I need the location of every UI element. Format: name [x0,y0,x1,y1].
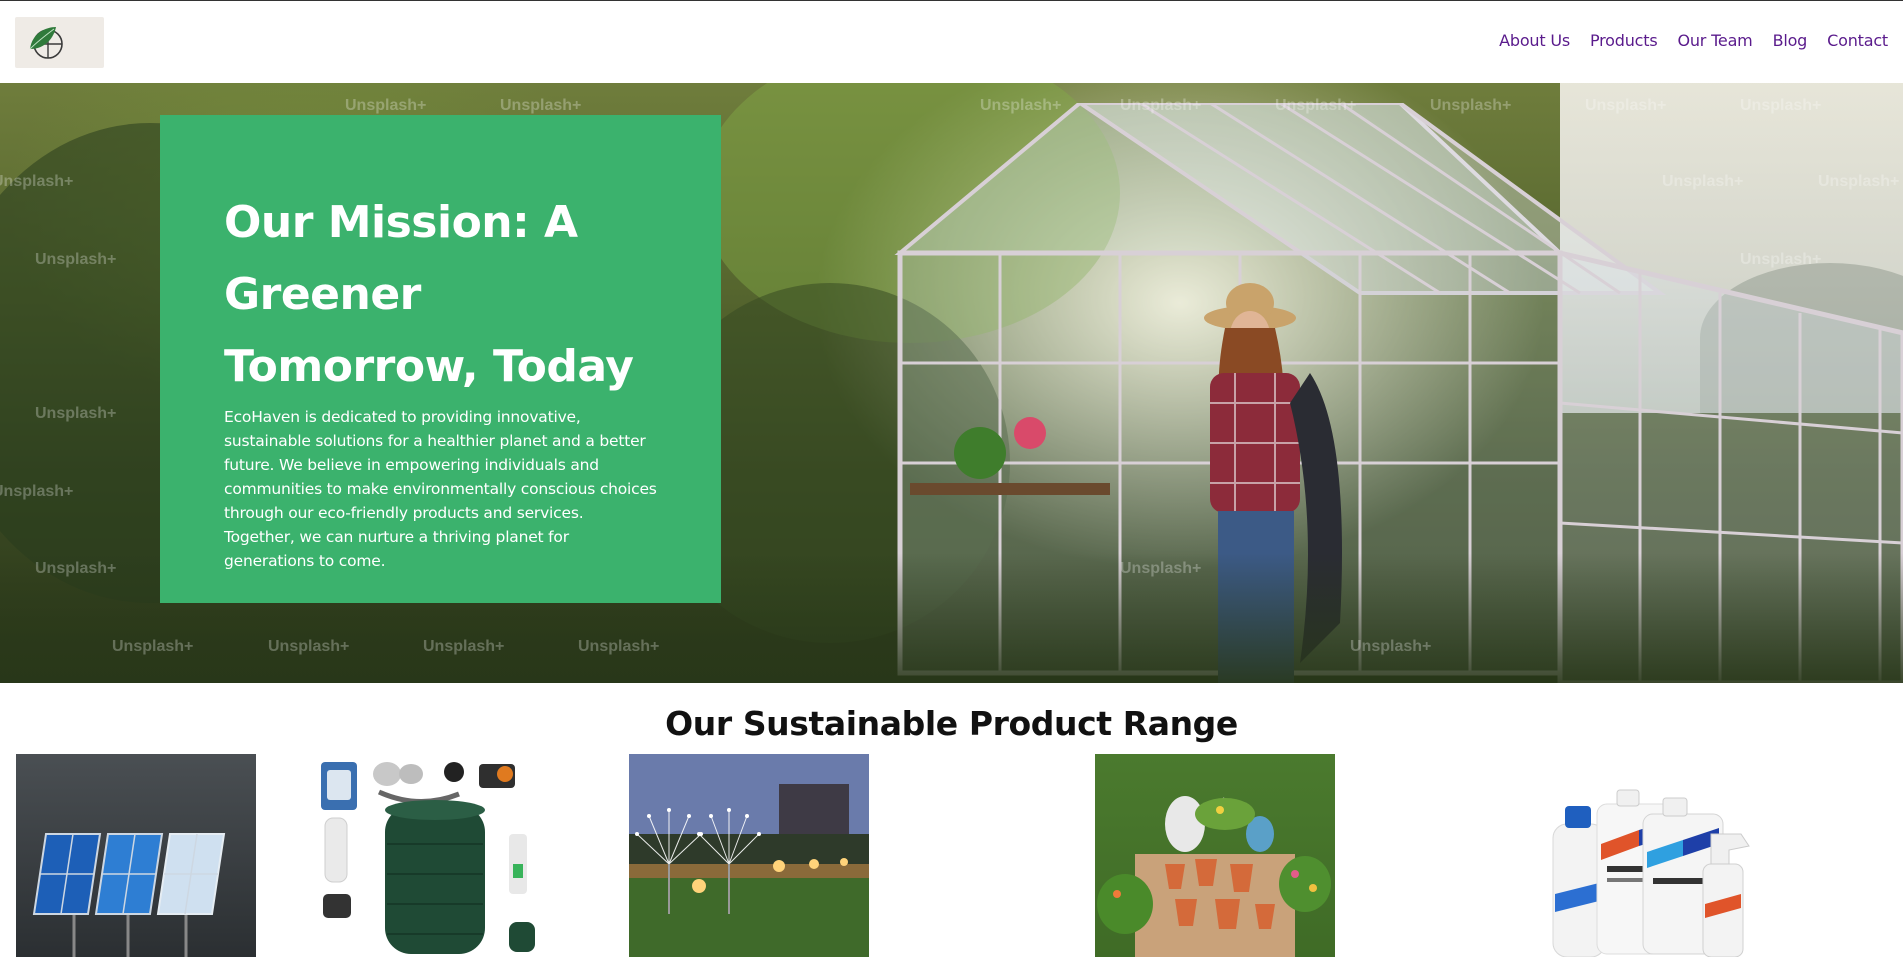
watermark: Unsplash+ [1430,97,1512,114]
nav-about-us[interactable]: About Us [1499,31,1570,50]
watermark: Unsplash+ [1350,638,1432,655]
leaf-globe-icon [29,27,63,59]
nav-our-team[interactable]: Our Team [1677,31,1752,50]
hero-section: Unsplash+ Unsplash+ Unsplash+ Unsplash+ … [0,83,1903,683]
watermark: Unsplash+ [1818,173,1900,190]
mission-text: EcoHaven is dedicated to providing innov… [224,408,657,570]
watermark: Unsplash+ [268,638,350,655]
product-card-garden-pots[interactable] [1095,754,1335,957]
logo[interactable] [15,17,104,68]
main-nav: About Us Products Our Team Blog Contact [1499,31,1888,50]
watermark: Unsplash+ [423,638,505,655]
garden-lights-image [629,754,869,957]
watermark: Unsplash+ [35,251,117,268]
nav-blog[interactable]: Blog [1773,31,1808,50]
site-header: About Us Products Our Team Blog Contact [0,1,1903,83]
watermark: Unsplash+ [1740,251,1822,268]
watermark: Unsplash+ [345,97,427,114]
nav-products[interactable]: Products [1590,31,1658,50]
mission-title: Our Mission: A Greener Tomorrow, Today [224,197,634,392]
watermark: Unsplash+ [1120,560,1202,577]
watermark: Unsplash+ [0,483,74,500]
cleaning-products-image [1552,789,1750,957]
watermark: Unsplash+ [1275,97,1357,114]
watermark: Unsplash+ [35,560,117,577]
watermark: Unsplash+ [500,97,582,114]
watermark: Unsplash+ [0,173,74,190]
watermark: Unsplash+ [980,97,1062,114]
watermark: Unsplash+ [1585,97,1667,114]
watermark: Unsplash+ [1740,97,1822,114]
watermark: Unsplash+ [1662,173,1744,190]
nav-contact[interactable]: Contact [1827,31,1888,50]
products-section-title: Our Sustainable Product Range [665,704,1238,743]
solar-panels-image [32,833,226,957]
product-card-rainwater-tank[interactable] [309,754,549,957]
garden-pots-image [1097,796,1331,957]
product-card-cleaning-products[interactable] [1535,754,1775,957]
product-card-garden-lights[interactable] [629,754,869,957]
product-card-solar-panels[interactable] [16,754,256,957]
mission-panel: Our Mission: A Greener Tomorrow, Today E… [160,115,721,603]
watermark: Unsplash+ [112,638,194,655]
rainwater-tank-image [321,762,535,954]
watermark: Unsplash+ [1120,97,1202,114]
watermark: Unsplash+ [578,638,660,655]
watermark: Unsplash+ [35,405,117,422]
